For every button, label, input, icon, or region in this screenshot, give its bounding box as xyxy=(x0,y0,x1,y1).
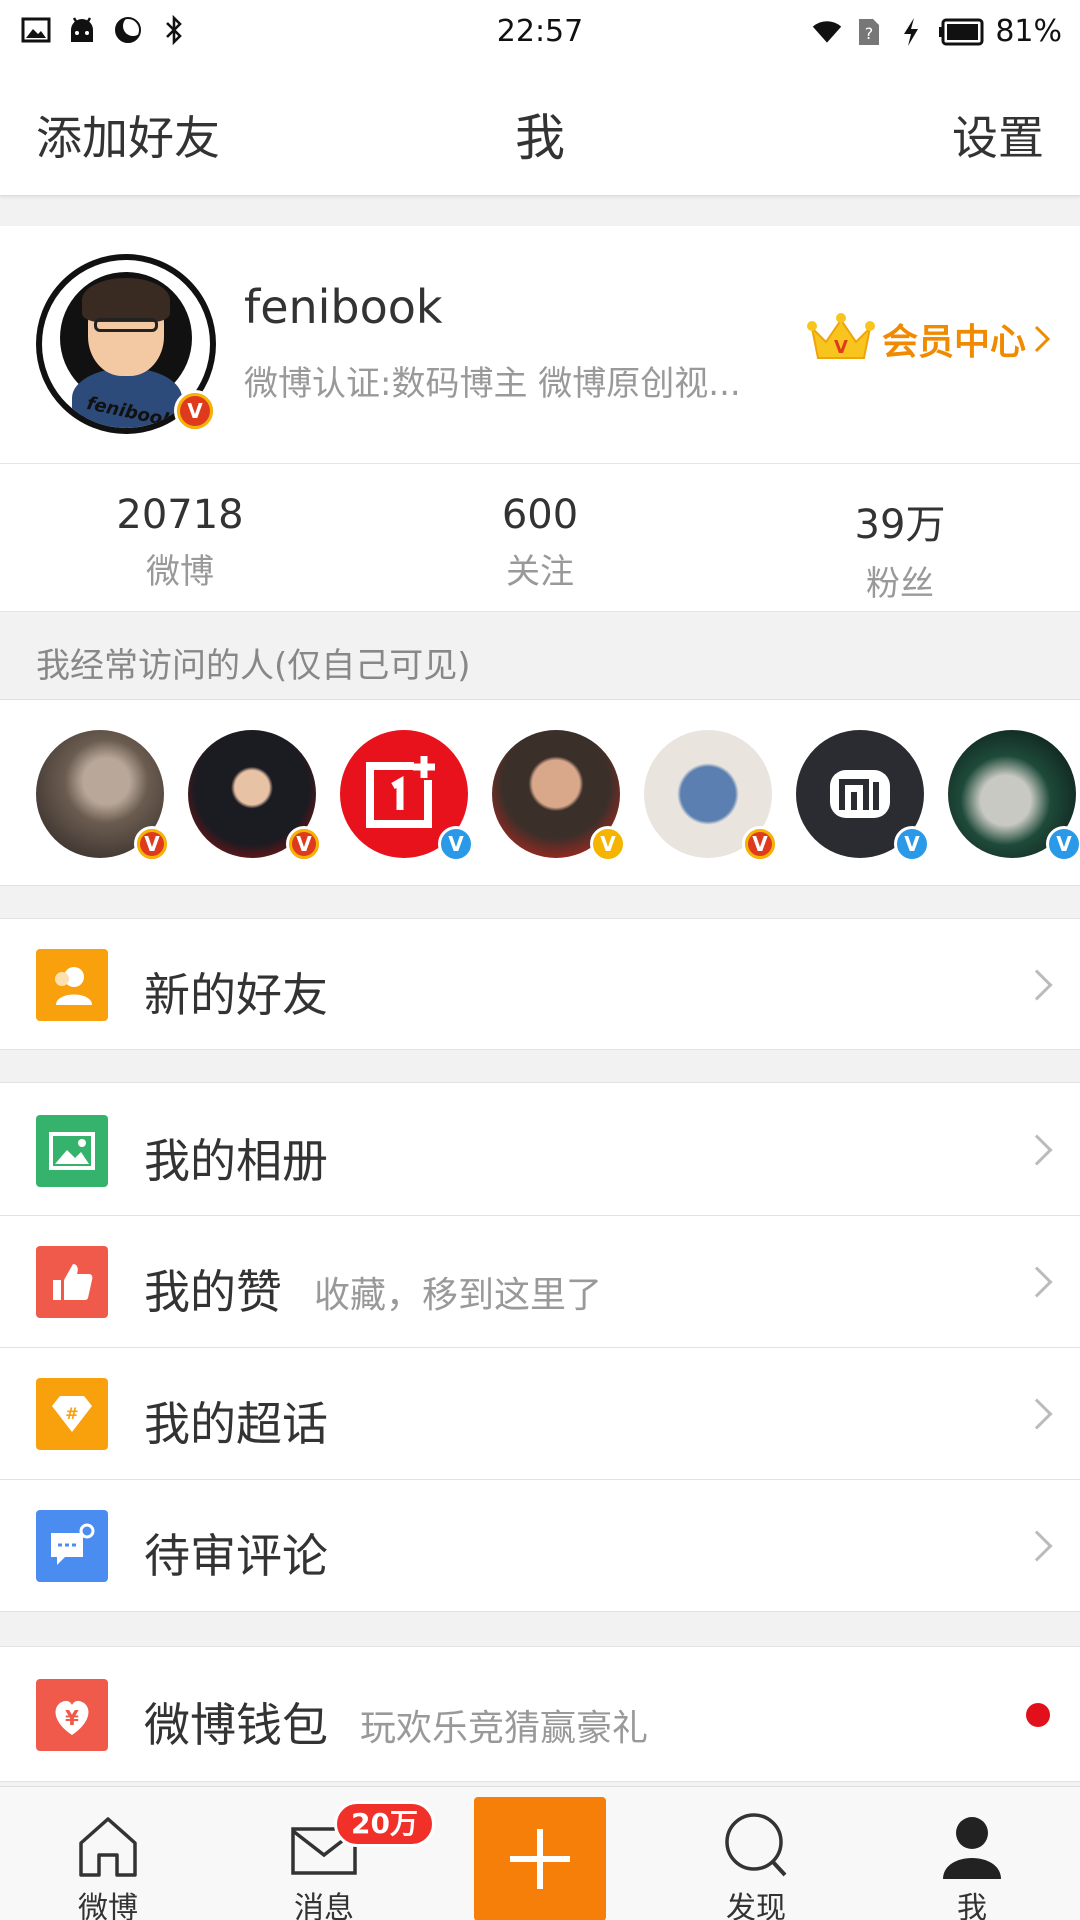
stat-posts-label: 微博 xyxy=(146,552,214,592)
profile-card[interactable]: fenibook V fenibook 微博认证:数码博主 微博原创视... V… xyxy=(0,226,1080,464)
tab-bar: 微博 消息 20万 发现 我 xyxy=(0,1786,1080,1920)
nav-bar: 添加好友 我 设置 xyxy=(0,66,1080,196)
stats-bar: 20718 微博 600 关注 39万 粉丝 xyxy=(0,464,1080,612)
yuan-wallet-icon: ¥ xyxy=(36,1679,108,1751)
verified-badge-icon: V xyxy=(286,826,322,862)
verified-badge-icon: V xyxy=(894,826,930,862)
home-icon xyxy=(48,1805,168,1879)
verified-badge-icon: V xyxy=(742,826,778,862)
menu-label: 新的好友 xyxy=(144,968,328,1022)
chevron-right-icon xyxy=(1034,325,1051,353)
diamond-hash-icon: # xyxy=(36,1378,108,1450)
verified-badge-icon: V xyxy=(438,826,474,862)
page-title: 我 xyxy=(515,109,565,167)
menu-my-super-topics[interactable]: # 我的超话 xyxy=(0,1348,1080,1480)
username: fenibook xyxy=(244,280,443,334)
avatar-glasses xyxy=(94,318,158,332)
visitor-avatar[interactable]: V xyxy=(188,730,322,862)
frequent-visitors-list: V V V V V V V xyxy=(0,700,1080,886)
settings-button[interactable]: 设置 xyxy=(952,102,1044,168)
charging-icon xyxy=(895,16,927,48)
chevron-right-icon xyxy=(1021,1134,1053,1166)
thumbs-up-icon xyxy=(36,1246,108,1318)
verified-badge-icon: V xyxy=(590,826,626,862)
svg-text:V: V xyxy=(834,337,848,358)
visitor-avatar[interactable]: V xyxy=(948,730,1080,862)
verified-badge-icon: V xyxy=(134,826,170,862)
stat-following-value: 600 xyxy=(501,492,579,538)
visitor-avatar[interactable]: V xyxy=(796,730,930,862)
crown-icon: V xyxy=(806,313,875,359)
menu-sublabel: 收藏，移到这里了 xyxy=(314,1275,603,1316)
menu-pending-comments[interactable]: 待审评论 xyxy=(0,1480,1080,1612)
stat-followers-value: 39万 xyxy=(854,502,946,548)
photo-icon xyxy=(36,1115,108,1187)
status-bar: 22:57 ? 81% xyxy=(0,0,1080,66)
chevron-right-icon xyxy=(1021,1530,1053,1562)
menu-weibo-wallet[interactable]: ¥ 微博钱包 玩欢乐竞猜赢豪礼 xyxy=(0,1646,1080,1782)
avatar-hair xyxy=(82,278,170,322)
menu-sublabel: 玩欢乐竞猜赢豪礼 xyxy=(360,1708,649,1749)
tab-label: 消息 xyxy=(294,1891,354,1920)
status-icons-right: ? 81% xyxy=(811,14,1062,49)
chevron-right-icon xyxy=(1021,1398,1053,1430)
frequent-visitors-title: 我经常访问的人(仅自己可见) xyxy=(36,646,471,686)
menu-my-likes[interactable]: 我的赞 收藏，移到这里了 xyxy=(0,1216,1080,1348)
visitor-avatar[interactable]: V xyxy=(644,730,778,862)
stat-posts[interactable]: 20718 微博 xyxy=(0,464,360,611)
stat-posts-value: 20718 xyxy=(116,492,244,538)
chevron-right-icon xyxy=(1021,969,1053,1001)
svg-text:#: # xyxy=(65,1404,78,1423)
verified-badge-icon: V xyxy=(174,390,216,432)
visitor-avatar[interactable]: V xyxy=(36,730,170,862)
stat-followers-label: 粉丝 xyxy=(866,564,934,604)
chevron-right-icon xyxy=(1021,1266,1053,1298)
frequent-visitors-header: 我经常访问的人(仅自己可见) xyxy=(0,612,1080,700)
search-icon xyxy=(696,1805,816,1879)
verified-badge-icon: V xyxy=(1046,826,1080,862)
comment-gear-icon xyxy=(36,1510,108,1582)
tab-label: 发现 xyxy=(726,1891,786,1920)
person-icon xyxy=(36,949,108,1021)
wifi-icon xyxy=(811,16,843,48)
vip-center-link[interactable]: V 会员中心 xyxy=(806,312,1052,366)
menu-label: 我的超话 xyxy=(144,1397,328,1451)
tab-label: 微博 xyxy=(78,1891,138,1920)
menu-new-friends[interactable]: 新的好友 xyxy=(0,918,1080,1050)
battery-percent: 81% xyxy=(995,14,1062,49)
stat-followers[interactable]: 39万 粉丝 xyxy=(720,464,1080,611)
message-count-badge: 20万 xyxy=(334,1801,435,1847)
person-icon xyxy=(912,1805,1032,1879)
menu-label: 我的相册 xyxy=(144,1134,328,1188)
tab-home[interactable]: 微博 xyxy=(48,1805,168,1920)
menu-my-album[interactable]: 我的相册 xyxy=(0,1082,1080,1216)
visitor-avatar[interactable]: V xyxy=(340,730,474,862)
svg-text:?: ? xyxy=(865,24,874,43)
battery-icon xyxy=(937,16,985,48)
vip-center-label: 会员中心 xyxy=(881,322,1026,363)
plus-icon xyxy=(510,1829,570,1889)
stat-following[interactable]: 600 关注 xyxy=(360,464,720,611)
menu-label: 我的赞 xyxy=(144,1265,282,1319)
stat-following-label: 关注 xyxy=(506,552,574,592)
tab-label: 我 xyxy=(957,1891,987,1920)
menu-label: 待审评论 xyxy=(144,1529,328,1583)
notification-dot xyxy=(1026,1703,1050,1727)
menu-label: 微博钱包 xyxy=(144,1698,328,1752)
tab-discover[interactable]: 发现 xyxy=(696,1805,816,1920)
svg-text:¥: ¥ xyxy=(65,1706,79,1730)
verification-text: 微博认证:数码博主 微博原创视... xyxy=(244,364,741,404)
tab-me[interactable]: 我 xyxy=(912,1805,1032,1920)
compose-button[interactable] xyxy=(474,1797,606,1920)
no-sim-icon: ? xyxy=(853,16,885,48)
visitor-avatar[interactable]: V xyxy=(492,730,626,862)
